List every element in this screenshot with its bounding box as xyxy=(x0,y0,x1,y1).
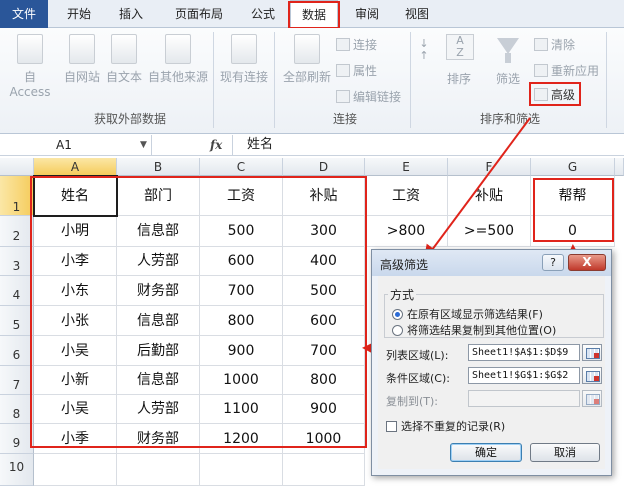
radio-copy-to-location[interactable]: 将筛选结果复制到其他位置(O) xyxy=(392,322,556,338)
unique-records-checkbox[interactable]: 选择不重复的记录(R) xyxy=(386,418,505,434)
radio-selected-icon xyxy=(392,309,403,320)
dialog-title-bar[interactable]: 高级筛选 ? X xyxy=(372,250,611,276)
advanced-filter-dialog: 高级筛选 ? X 方式 在原有区域显示筛选结果(F) 将筛选结果复制到其他位置(… xyxy=(371,249,612,476)
ok-button[interactable]: 确定 xyxy=(450,443,522,462)
list-range-input[interactable]: Sheet1!$A$1:$D$9 xyxy=(468,344,580,361)
dialog-title: 高级筛选 xyxy=(380,258,429,272)
help-button[interactable]: ? xyxy=(542,254,564,271)
method-label: 方式 xyxy=(388,286,417,303)
copy-to-label: 复制到(T): xyxy=(386,395,439,408)
list-range-label: 列表区域(L): xyxy=(386,349,449,362)
criteria-range-label: 条件区域(C): xyxy=(386,372,450,385)
copy-to-picker-icon[interactable] xyxy=(582,390,602,407)
list-range-picker-icon[interactable] xyxy=(582,344,602,361)
radio-unselected-icon xyxy=(392,325,403,336)
criteria-range-input[interactable]: Sheet1!$G$1:$G$2 xyxy=(468,367,580,384)
cancel-button[interactable]: 取消 xyxy=(530,443,600,462)
close-button[interactable]: X xyxy=(568,254,606,271)
dialog-body: 方式 在原有区域显示筛选结果(F) 将筛选结果复制到其他位置(O) 列表区域(L… xyxy=(378,276,605,469)
copy-to-input[interactable] xyxy=(468,390,580,407)
radio-filter-in-place[interactable]: 在原有区域显示筛选结果(F) xyxy=(392,306,543,322)
checkbox-icon xyxy=(386,421,397,432)
criteria-range-picker-icon[interactable] xyxy=(582,367,602,384)
arrow-to-dialog xyxy=(423,117,531,262)
